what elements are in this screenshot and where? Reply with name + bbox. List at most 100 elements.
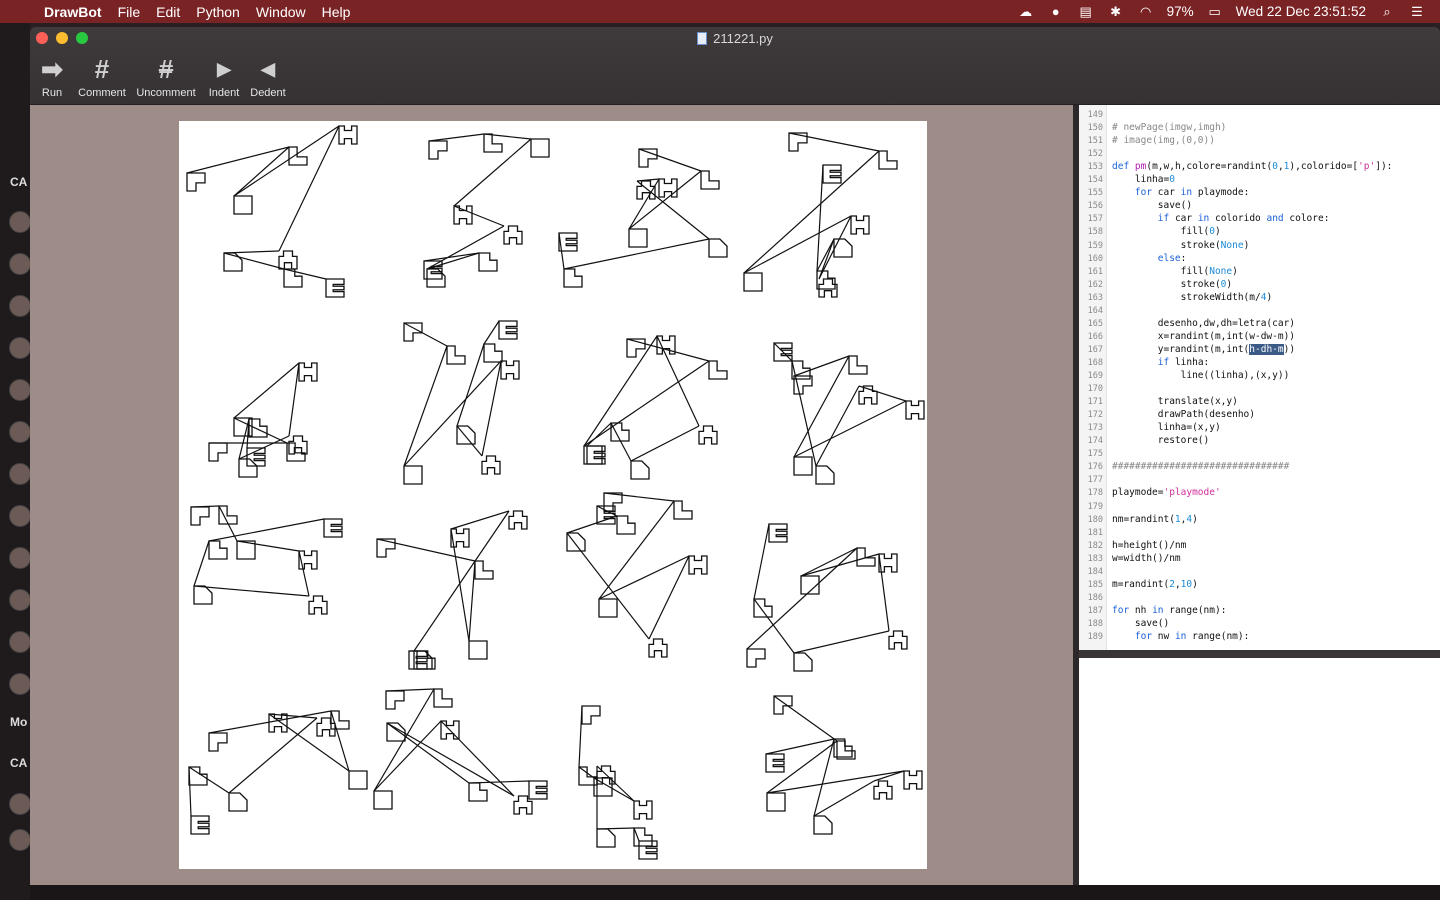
connector-line	[753, 523, 770, 600]
letter-glyph	[298, 550, 318, 570]
letter-glyph	[428, 140, 448, 160]
run-button[interactable]: ➡ Run	[34, 53, 70, 99]
wifi-icon[interactable]: ◠	[1137, 4, 1155, 19]
code-editor[interactable]: 149 150 151 152 153 154 155 156 157 158 159 160 161 1…	[1079, 105, 1440, 650]
connector-line	[233, 417, 288, 444]
letter-glyph	[856, 547, 876, 567]
code-line[interactable]: stroke(None)	[1112, 240, 1250, 251]
letter-glyph	[468, 640, 488, 660]
code-line[interactable]: else:	[1112, 253, 1187, 264]
code-line[interactable]: drawPath(desenho)	[1112, 409, 1255, 420]
connector-line	[450, 528, 470, 642]
menu-python[interactable]: Python	[188, 4, 248, 20]
letter-glyph	[433, 688, 453, 708]
uncomment-button[interactable]: # Uncomment	[133, 53, 199, 99]
code-line[interactable]: # newPage(imgw,imgh)	[1112, 122, 1226, 133]
code-line[interactable]: y=randint(m,int(h-dh-m))	[1112, 343, 1295, 355]
code-line[interactable]: save()	[1112, 618, 1169, 629]
code-line[interactable]: ###############################	[1112, 461, 1289, 472]
line-number: 187	[1087, 605, 1103, 616]
connector-line	[656, 335, 700, 427]
letter-glyph	[833, 238, 853, 258]
code-line[interactable]: playmode='playmode'	[1112, 487, 1221, 498]
line-number: 160	[1087, 253, 1103, 264]
output-console[interactable]	[1079, 658, 1440, 885]
connector-line	[450, 510, 510, 530]
code-line[interactable]: for nh in range(nm):	[1112, 605, 1226, 616]
code-line[interactable]: for nw in range(nm):	[1112, 631, 1249, 642]
line-number: 166	[1087, 331, 1103, 342]
letter-glyph	[530, 138, 550, 158]
connector-line	[453, 138, 532, 207]
letter-glyph	[638, 840, 658, 860]
menu-window[interactable]: Window	[248, 4, 314, 20]
connector-line	[188, 766, 230, 794]
drawing-preview-area[interactable]	[30, 105, 1073, 885]
line-number: 150	[1087, 123, 1103, 134]
letter-glyph	[323, 518, 343, 538]
letter-glyph	[208, 442, 228, 462]
battery-icon[interactable]: ▭	[1206, 4, 1224, 19]
line-number: 161	[1087, 266, 1103, 277]
letter-glyph	[208, 732, 228, 752]
code-line[interactable]: if linha:	[1112, 357, 1210, 368]
line-number: 182	[1087, 540, 1103, 551]
connector-line	[483, 133, 532, 140]
menu-edit[interactable]: Edit	[148, 4, 188, 20]
code-line[interactable]: h=height()/nm	[1112, 540, 1186, 551]
spotlight-search-icon[interactable]: ⌕	[1378, 4, 1396, 19]
connector-line	[873, 770, 905, 782]
indent-button[interactable]: ▶ Indent	[203, 53, 245, 99]
letter-glyph	[483, 133, 503, 153]
code-line[interactable]: desenho,dw,dh=letra(car)	[1112, 318, 1295, 329]
menu-file[interactable]: File	[110, 4, 149, 20]
dedent-button[interactable]: ◀ Dedent	[246, 53, 290, 99]
control-center-icon[interactable]: ☰	[1408, 4, 1426, 19]
line-number: 184	[1087, 566, 1103, 577]
letter-glyph	[278, 250, 298, 270]
code-line[interactable]: translate(x,y)	[1112, 396, 1238, 407]
circle-status-icon[interactable]: ●	[1047, 4, 1065, 19]
code-line[interactable]: # image(img,(0,0))	[1112, 135, 1215, 146]
code-line[interactable]: fill(None)	[1112, 266, 1238, 277]
code-line[interactable]: linha=(x,y)	[1112, 422, 1221, 433]
letter-glyph	[468, 782, 488, 802]
code-line[interactable]: linha=0	[1112, 174, 1175, 185]
comment-button[interactable]: # Comment	[74, 53, 130, 99]
code-line[interactable]: nm=randint(1,4)	[1112, 514, 1198, 525]
letter-glyph	[658, 178, 678, 198]
letter-glyph	[528, 780, 548, 800]
code-line[interactable]: if car in colorido and colore:	[1112, 213, 1330, 224]
bluetooth-icon[interactable]: ✱	[1107, 4, 1125, 19]
line-number-gutter: 149 150 151 152 153 154 155 156 157 158 159 160 161 1…	[1079, 105, 1107, 650]
letter-glyph	[818, 278, 838, 298]
creative-cloud-icon[interactable]: ☁	[1017, 4, 1035, 19]
menubar: DrawBot File Edit Python Window Help ☁ ●…	[0, 0, 1440, 23]
code-line[interactable]: save()	[1112, 200, 1192, 211]
keyboard-icon[interactable]: ▤	[1077, 4, 1095, 19]
window-title-text: 211221.py	[713, 31, 773, 46]
code-line[interactable]: fill(0)	[1112, 226, 1221, 237]
horizontal-splitter[interactable]	[1079, 650, 1440, 658]
code-line[interactable]: stroke(0)	[1112, 279, 1233, 290]
code-line[interactable]: strokeWidth(m/4)	[1112, 292, 1273, 303]
menubar-clock[interactable]: Wed 22 Dec 23:51:52	[1236, 4, 1366, 19]
menu-help[interactable]: Help	[314, 4, 359, 20]
code-line[interactable]: x=randint(m,int(w-dw-m))	[1112, 331, 1295, 342]
code-line[interactable]: line((linha),(x,y))	[1112, 370, 1290, 381]
menu-app[interactable]: DrawBot	[40, 4, 110, 20]
connector-line	[815, 385, 860, 467]
letter-glyph	[873, 780, 893, 800]
code-line[interactable]: w=width()/nm	[1112, 553, 1181, 564]
code-line[interactable]: restore()	[1112, 435, 1209, 446]
code-line[interactable]: m=randint(2,10)	[1112, 579, 1198, 590]
indent-label: Indent	[208, 87, 240, 99]
connector-line	[583, 360, 710, 447]
hash-crossed-icon: #	[158, 54, 174, 84]
triangle-right-icon: ▶	[217, 59, 231, 79]
code-line[interactable]: for car in playmode:	[1112, 187, 1249, 198]
connector-line	[648, 555, 690, 640]
letter-glyph	[500, 360, 520, 380]
letter-glyph	[186, 172, 206, 192]
code-line[interactable]: def pm(m,w,h,colore=randint(0,1),colorid…	[1112, 161, 1392, 172]
